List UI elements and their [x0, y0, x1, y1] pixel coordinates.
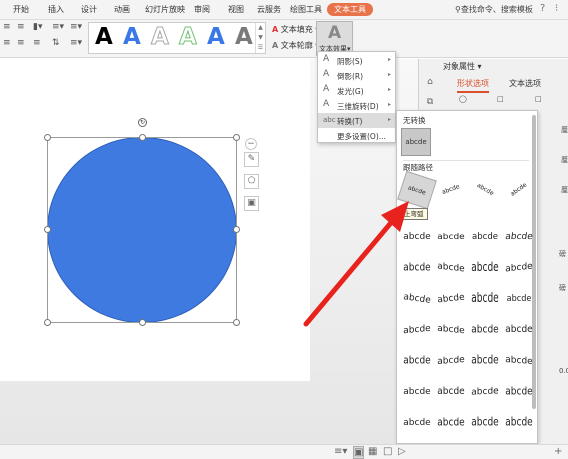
- red-arrow-icon: [303, 201, 409, 327]
